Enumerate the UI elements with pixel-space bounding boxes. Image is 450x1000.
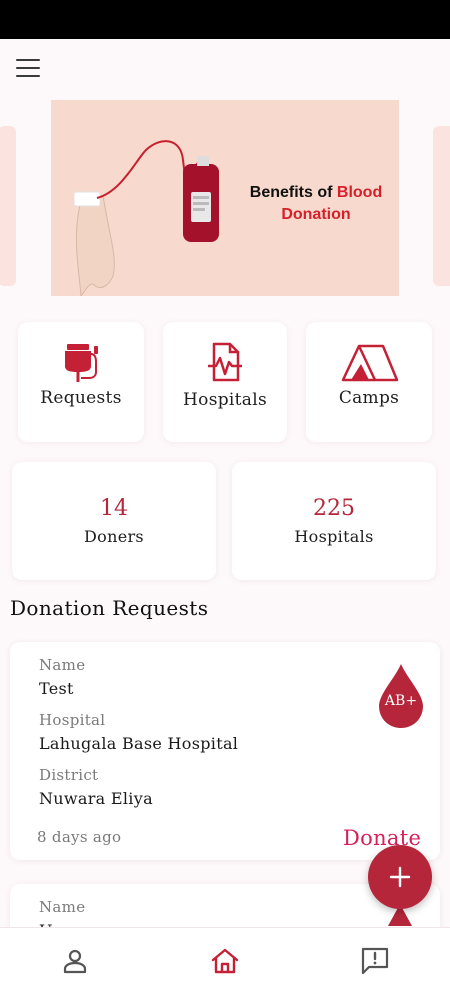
tent-icon [341, 344, 399, 382]
donation-request-card[interactable]: Name Test Hospital Lahugala Base Hospita… [10, 642, 440, 860]
blood-group-badge: AB+ [377, 664, 425, 728]
person-icon [63, 949, 87, 974]
banner-title-part2: Donation [281, 206, 351, 223]
nav-profile[interactable] [58, 944, 92, 978]
requests-tile[interactable]: Requests [18, 322, 144, 442]
banner-title-highlight: Blood [336, 184, 383, 201]
plus-icon [389, 866, 411, 888]
nav-feedback[interactable] [358, 944, 392, 978]
hospitals-tile[interactable]: Hospitals [163, 322, 287, 442]
section-title: Donation Requests [10, 596, 209, 620]
hospitals-stat-tile[interactable]: 225 Hospitals [232, 462, 436, 580]
hospitals-count: 225 [313, 496, 355, 521]
hospital-name: Lahugala Base Hospital [39, 734, 239, 753]
banner-title-part1: Benefits of [249, 184, 337, 201]
banner-title: Benefits of Blood Donation [241, 182, 391, 226]
hospitals-label: Hospitals [294, 527, 374, 546]
requests-tile-label: Requests [40, 388, 122, 408]
donors-label: Doners [84, 527, 144, 546]
requester-name: Test [39, 679, 74, 698]
carousel-next-slide[interactable] [433, 126, 450, 286]
camps-tile-label: Camps [338, 388, 400, 408]
add-request-button[interactable] [368, 845, 432, 909]
blood-bag-icon [65, 344, 98, 382]
status-bar [0, 0, 450, 39]
hospitals-tile-label: Hospitals [183, 390, 267, 410]
nav-home[interactable] [208, 944, 242, 978]
district-name: Nuwara Eliya [39, 789, 153, 808]
bottom-navigation [0, 927, 450, 1000]
menu-icon-line [16, 67, 40, 69]
district-label: District [39, 766, 99, 784]
menu-icon-line [16, 59, 40, 61]
feedback-icon [361, 947, 389, 975]
promo-banner[interactable]: Benefits of Blood Donation [51, 100, 399, 296]
blood-group-text: AB+ [384, 693, 418, 709]
menu-button[interactable] [14, 57, 42, 79]
hospital-document-icon [208, 342, 242, 382]
camps-tile[interactable]: Camps [306, 322, 432, 442]
menu-icon-line [16, 75, 40, 77]
home-icon [211, 948, 239, 974]
name-label: Name [39, 656, 86, 674]
request-time: 8 days ago [37, 828, 122, 846]
hospital-label: Hospital [39, 711, 106, 729]
name-label: Name [39, 898, 86, 916]
donors-stat-tile[interactable]: 14 Doners [12, 462, 216, 580]
donors-count: 14 [100, 496, 128, 521]
carousel-prev-slide[interactable] [0, 126, 16, 286]
